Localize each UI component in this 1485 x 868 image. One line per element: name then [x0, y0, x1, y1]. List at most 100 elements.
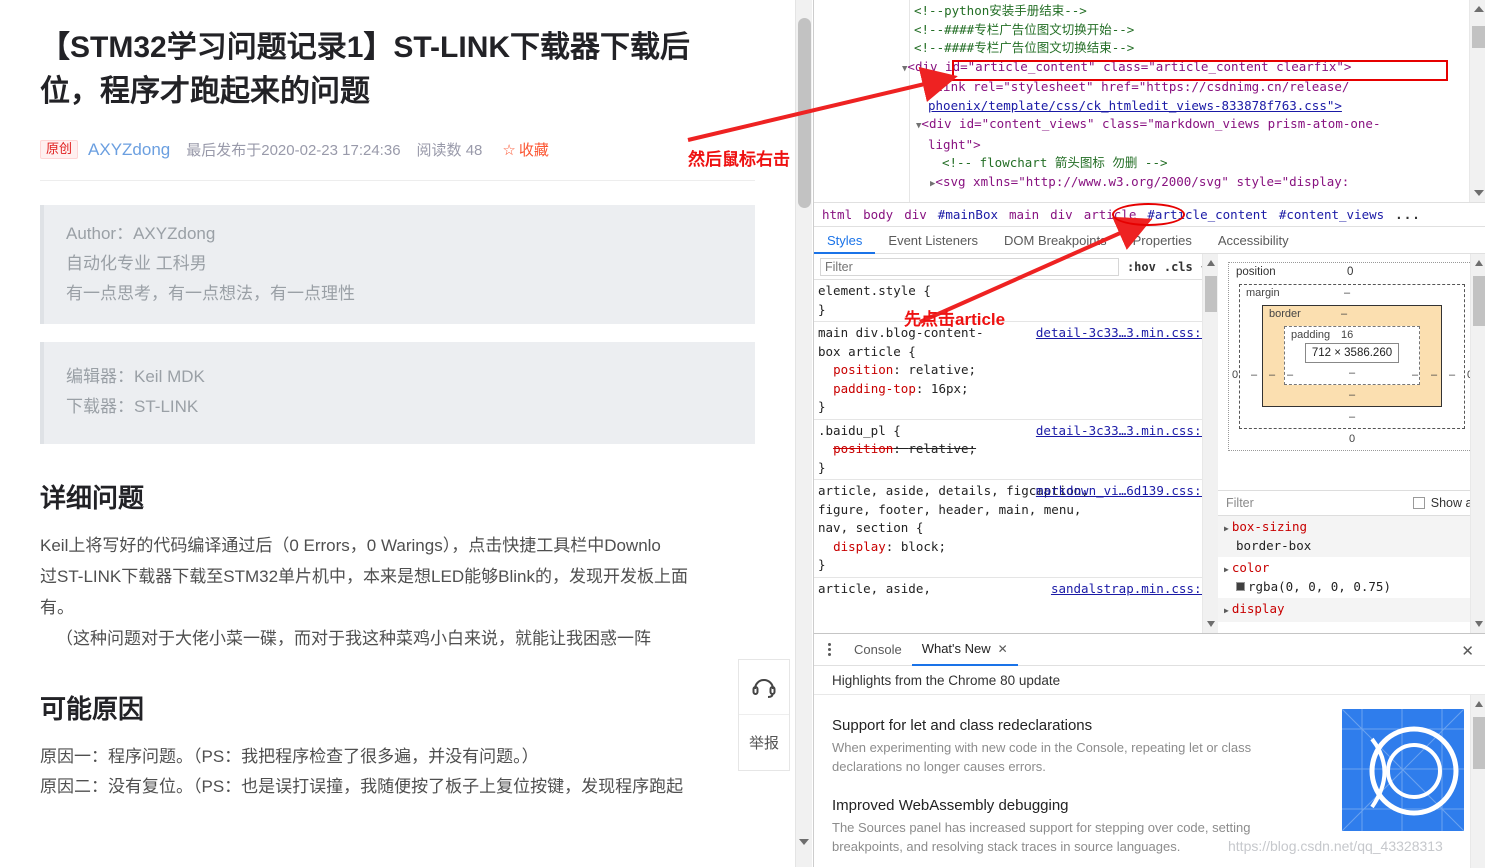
breadcrumb-item-content-views[interactable]: #content_views [1279, 207, 1384, 222]
box-model-margin-value[interactable]: – [1344, 287, 1350, 299]
dom-line-selected[interactable]: ▼<div id="article_content" class="articl… [902, 58, 1469, 79]
breadcrumb-item-main[interactable]: main [1009, 207, 1039, 222]
style-rule[interactable]: element.style { } [814, 280, 1217, 322]
declaration-property[interactable]: display [833, 539, 886, 554]
declaration-value[interactable]: relative; [908, 362, 976, 377]
box-model-padding-left[interactable]: – [1287, 369, 1293, 381]
declaration[interactable]: padding-top: 16px; [818, 380, 1217, 399]
breadcrumb-overflow[interactable]: ... [1395, 207, 1421, 222]
breadcrumb[interactable]: html body div #mainBox main div article … [814, 202, 1485, 227]
scroll-down-icon[interactable] [1207, 621, 1215, 627]
close-drawer-icon[interactable]: ✕ [1461, 642, 1474, 660]
computed-property[interactable]: ▶ color rgba(0, 0, 0, 0.75) [1218, 557, 1470, 598]
computed-pane-scrollbar[interactable] [1470, 254, 1485, 633]
dom-line[interactable]: <!--####专栏广告位图文切换结束--> [914, 39, 1469, 58]
scroll-up-icon[interactable] [1207, 260, 1215, 266]
favorite-button[interactable]: ☆ 收藏 [502, 139, 548, 160]
page-scrollbar-thumb[interactable] [798, 18, 811, 208]
scroll-up-icon[interactable] [1475, 260, 1483, 266]
box-model-margin-right[interactable]: – [1449, 369, 1455, 381]
declaration-property[interactable]: position [833, 362, 893, 377]
box-model-border-left[interactable]: – [1269, 369, 1275, 381]
breadcrumb-item-body[interactable]: body [863, 207, 893, 222]
box-model-margin-left[interactable]: – [1251, 369, 1257, 381]
report-button[interactable]: 举报 [739, 715, 789, 770]
rule-source-link[interactable]: detail-3c33…3.min.css:1 [1036, 422, 1209, 441]
dom-line[interactable]: ▶<svg xmlns="http://www.w3.org/2000/svg"… [914, 173, 1469, 194]
elements-dom-tree[interactable]: <!--python安装手册结束--> <!--####专栏广告位图文切换开始-… [814, 0, 1485, 202]
breadcrumb-item-article[interactable]: article [1084, 207, 1137, 222]
customer-service-button[interactable] [739, 660, 789, 715]
box-model-padding-value[interactable]: 16 [1341, 329, 1353, 341]
tab-console[interactable]: Console [844, 634, 912, 666]
box-model-content-size[interactable]: 712 × 3586.260 [1305, 343, 1399, 363]
scroll-down-icon[interactable] [799, 839, 809, 845]
box-model-padding[interactable]: padding 16 712 × 3586.260 – [1284, 326, 1420, 385]
hov-toggle[interactable]: :hov [1127, 260, 1156, 274]
box-model-border-bottom[interactable]: – [1267, 389, 1437, 402]
expand-triangle-icon[interactable]: ▶ [1224, 565, 1229, 574]
box-model-margin[interactable]: margin – border – padding 16 712 × 3586.… [1239, 284, 1465, 429]
dom-line[interactable]: phoenix/template/css/ck_htmledit_views-8… [914, 97, 1469, 116]
declaration[interactable]: position: relative; [818, 361, 1217, 380]
styles-filter-input[interactable] [820, 257, 1119, 276]
breadcrumb-item-article-content[interactable]: #article_content [1147, 207, 1267, 222]
computed-property[interactable]: ▶ box-sizing border-box [1218, 516, 1470, 557]
style-rule[interactable]: sandalstrap.min.css:4 article, aside, [814, 578, 1217, 601]
close-tab-icon[interactable]: ✕ [998, 633, 1008, 665]
cls-toggle[interactable]: .cls [1164, 260, 1193, 274]
whats-new-scrollbar-thumb[interactable] [1473, 717, 1485, 769]
tab-accessibility[interactable]: Accessibility [1205, 227, 1302, 254]
dom-line[interactable]: <link rel="stylesheet" href="https://csd… [914, 78, 1469, 97]
dom-tree-scrollbar[interactable] [1469, 0, 1485, 202]
dom-scrollbar-thumb[interactable] [1472, 26, 1485, 48]
box-model-margin-bottom[interactable]: – [1244, 411, 1460, 424]
expand-triangle-icon[interactable]: ▶ [1224, 606, 1229, 615]
scroll-down-icon[interactable] [1474, 190, 1484, 196]
more-options-icon[interactable] [820, 643, 838, 656]
breadcrumb-item-div[interactable]: div [904, 207, 927, 222]
rule-source-link[interactable]: detail-3c33…3.min.css:1 [1036, 324, 1209, 343]
rule-selector[interactable]: element.style { [818, 282, 1217, 301]
declaration-property[interactable]: position [833, 441, 893, 456]
dom-stylesheet-href[interactable]: phoenix/template/css/ck_htmledit_views-8… [928, 98, 1342, 113]
declaration-value[interactable]: 16px; [931, 381, 969, 396]
scroll-down-icon[interactable] [1475, 621, 1483, 627]
declaration[interactable]: display: block; [818, 538, 1217, 557]
declaration[interactable]: position: relative; [818, 440, 1217, 459]
box-model-padding-right[interactable]: – [1412, 369, 1418, 381]
drawer-tabs[interactable]: Console What's New ✕ ✕ [814, 634, 1485, 666]
box-model-border-right[interactable]: – [1431, 369, 1437, 381]
declaration-property[interactable]: padding-top [833, 381, 916, 396]
whats-new-scrollbar[interactable] [1470, 695, 1485, 868]
dom-line[interactable]: light"> [914, 136, 1469, 155]
rule-source-link[interactable]: markdown_vi…6d139.css:1 [1036, 482, 1209, 501]
tab-whats-new[interactable]: What's New ✕ [911, 633, 1018, 666]
breadcrumb-item-div2[interactable]: div [1050, 207, 1073, 222]
show-all-toggle[interactable]: Show all [1412, 496, 1478, 510]
computed-property[interactable]: ▶ display [1218, 598, 1470, 622]
style-rule[interactable]: markdown_vi…6d139.css:1 article, aside, … [814, 480, 1217, 578]
declaration-value[interactable]: block; [901, 539, 946, 554]
tab-event-listeners[interactable]: Event Listeners [875, 227, 991, 254]
breadcrumb-item-html[interactable]: html [822, 207, 852, 222]
box-model-border[interactable]: border – padding 16 712 × 3586.260 – – [1262, 305, 1442, 407]
style-rule[interactable]: detail-3c33…3.min.css:1 .baidu_pl { posi… [814, 420, 1217, 480]
computed-scrollbar-thumb[interactable] [1473, 276, 1485, 326]
sidebar-tabs[interactable]: Styles Event Listeners DOM Breakpoints P… [814, 227, 1485, 254]
box-model-diagram[interactable]: position 0 margin – border – padding 16 … [1228, 262, 1476, 451]
styles-pane-scrollbar[interactable] [1202, 254, 1218, 633]
page-scrollbar[interactable] [795, 0, 812, 867]
styles-scrollbar-thumb[interactable] [1205, 276, 1217, 312]
box-model-padding-bottom[interactable]: – [1289, 367, 1415, 380]
checkbox-icon[interactable] [1412, 497, 1425, 509]
tab-styles[interactable]: Styles [814, 227, 876, 254]
box-model-position-value[interactable]: 0 [1347, 266, 1353, 278]
scroll-up-icon[interactable] [1475, 701, 1483, 707]
tab-properties[interactable]: Properties [1120, 227, 1205, 254]
style-rule[interactable]: detail-3c33…3.min.css:1 main div.blog-co… [814, 322, 1217, 420]
computed-filter-placeholder[interactable]: Filter [1226, 496, 1254, 510]
color-swatch-icon[interactable] [1236, 582, 1245, 591]
dom-line[interactable]: ▼<div id="content_views" class="markdown… [914, 115, 1469, 136]
expand-triangle-icon[interactable]: ▶ [1224, 524, 1229, 533]
